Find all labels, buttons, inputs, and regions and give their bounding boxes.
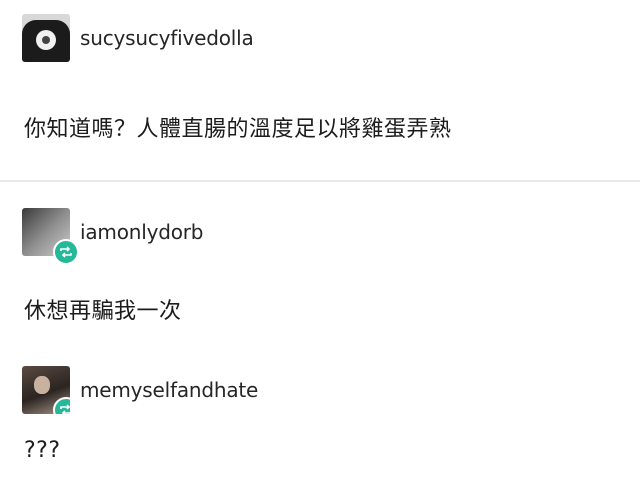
username[interactable]: iamonlydorb xyxy=(80,220,203,244)
post-header: memyselfandhate xyxy=(22,366,258,414)
username[interactable]: sucysucyfivedolla xyxy=(80,26,254,50)
user-avatar-icon[interactable] xyxy=(22,14,70,62)
reblog-icon xyxy=(53,239,79,265)
username[interactable]: memyselfandhate xyxy=(80,378,258,402)
post-header: iamonlydorb xyxy=(22,208,203,265)
user-avatar-icon[interactable] xyxy=(22,208,79,265)
divider xyxy=(0,180,640,182)
user-avatar-icon[interactable] xyxy=(22,366,70,414)
post-text: ??? xyxy=(24,438,61,463)
reblog-icon xyxy=(53,397,70,414)
post-text: 休想再騙我一次 xyxy=(24,299,182,324)
post-text: 你知道嗎？人體直腸的溫度足以將雞蛋弄熟 xyxy=(24,117,452,142)
post-header: sucysucyfivedolla xyxy=(22,14,254,62)
